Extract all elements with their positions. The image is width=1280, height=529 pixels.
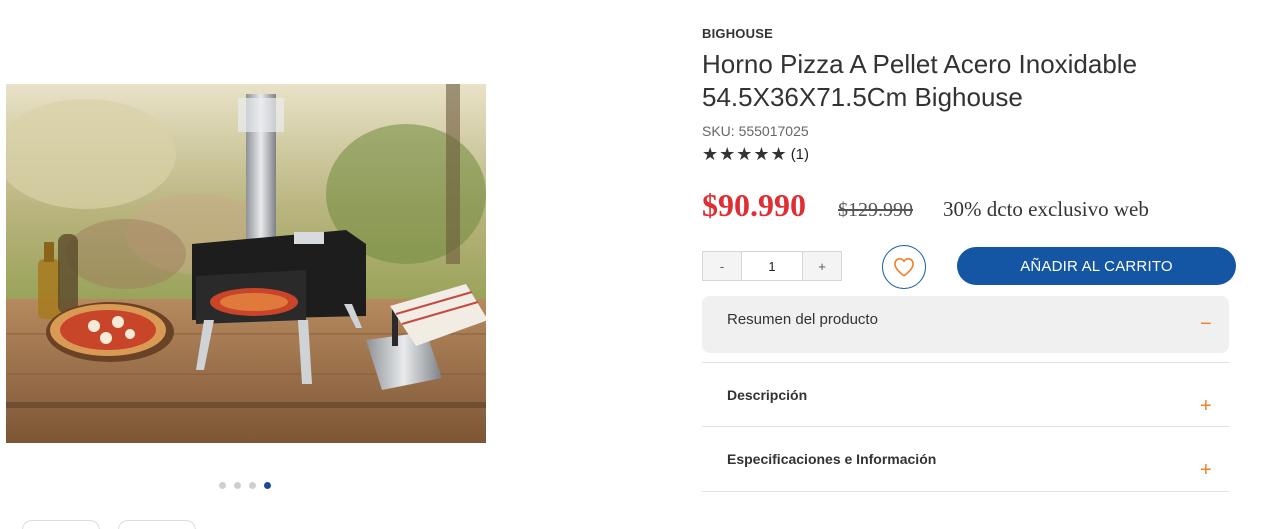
product-title: Horno Pizza A Pellet Acero Inoxidable 54… bbox=[702, 48, 1222, 114]
quantity-increase-button[interactable]: + bbox=[802, 251, 842, 281]
pizza-oven-photo bbox=[6, 84, 486, 443]
rating-count: (1) bbox=[790, 146, 810, 163]
brand-name[interactable]: BIGHOUSE bbox=[702, 26, 773, 41]
accordion-specs-label[interactable]: Especificaciones e Información bbox=[727, 451, 936, 467]
expand-icon[interactable]: + bbox=[1200, 396, 1212, 416]
quantity-stepper: - + bbox=[702, 251, 842, 281]
carousel-dot[interactable] bbox=[234, 482, 241, 489]
thumbnail[interactable] bbox=[118, 520, 196, 529]
price-old: $129.990 bbox=[838, 199, 913, 221]
product-title-line1: Horno Pizza A Pellet Acero Inoxidable bbox=[702, 49, 1138, 79]
divider bbox=[702, 362, 1229, 363]
discount-text: 30% dcto exclusivo web bbox=[943, 197, 1149, 221]
add-to-cart-button[interactable]: AÑADIR AL CARRITO bbox=[957, 247, 1236, 285]
accordion-summary-label[interactable]: Resumen del producto bbox=[727, 311, 878, 328]
heart-icon bbox=[894, 258, 914, 277]
quantity-decrease-button[interactable]: - bbox=[702, 251, 742, 281]
carousel-dots bbox=[219, 482, 271, 489]
divider bbox=[702, 491, 1229, 492]
expand-icon[interactable]: + bbox=[1200, 460, 1212, 480]
price-current: $90.990 bbox=[702, 187, 806, 223]
quantity-input[interactable] bbox=[742, 251, 802, 281]
divider bbox=[702, 426, 1229, 427]
accordion-description-label[interactable]: Descripción bbox=[727, 387, 807, 403]
carousel-dot-active[interactable] bbox=[264, 482, 271, 489]
price-row: $90.990 $129.990 30% dcto exclusivo web bbox=[702, 187, 1149, 224]
wishlist-button[interactable] bbox=[882, 245, 926, 289]
product-main-image[interactable] bbox=[6, 84, 486, 443]
collapse-icon[interactable]: − bbox=[1200, 314, 1212, 334]
product-title-line2: 54.5X36X71.5Cm Bighouse bbox=[702, 82, 1023, 112]
thumbnail[interactable] bbox=[22, 520, 100, 529]
carousel-dot[interactable] bbox=[249, 482, 256, 489]
carousel-dot[interactable] bbox=[219, 482, 226, 489]
product-sku: SKU: 555017025 bbox=[702, 123, 809, 139]
star-rating-icon: ★★★★★ bbox=[702, 144, 788, 164]
product-rating[interactable]: ★★★★★ (1) bbox=[702, 144, 809, 165]
